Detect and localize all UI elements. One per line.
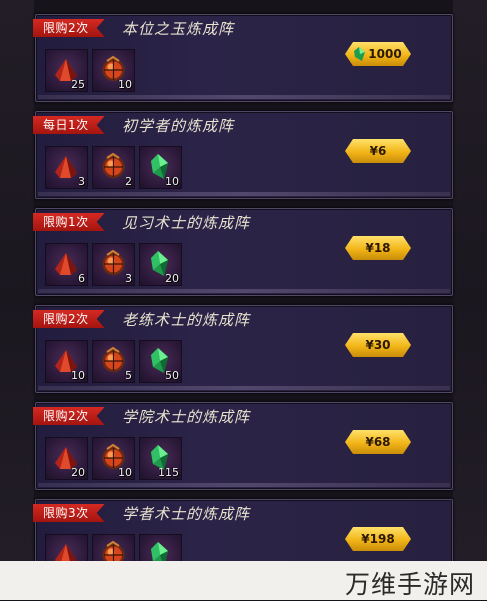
price-label: ¥18: [365, 241, 391, 255]
item-count: 10: [71, 369, 85, 382]
reward-item-slot[interactable]: 20: [45, 437, 88, 480]
purchase-limit-badge: 限购2次: [33, 19, 105, 37]
item-count: 2: [125, 175, 132, 188]
watermark-text: 万维手游网: [344, 570, 475, 599]
pack-title: 学院术士的炼成阵: [122, 408, 251, 426]
reward-item-slot[interactable]: 2: [92, 146, 135, 189]
item-count: 10: [118, 78, 132, 91]
reward-item-slot[interactable]: 50: [139, 340, 182, 383]
item-count: 25: [71, 78, 85, 91]
reward-item-slot[interactable]: 10: [92, 437, 135, 480]
pack-list: 限购2次 本位之玉炼成阵 25 10 1000 每日1次 初学者的炼成阵 3 2 10 ¥6 限购1次…: [0, 0, 487, 600]
item-count: 3: [78, 175, 85, 188]
reward-item-slot[interactable]: 10: [92, 49, 135, 92]
buy-price-button[interactable]: ¥6: [345, 139, 411, 163]
pack-title: 老练术士的炼成阵: [122, 311, 251, 329]
buy-price-button[interactable]: ¥30: [345, 333, 411, 357]
buy-price-button[interactable]: ¥68: [345, 430, 411, 454]
purchase-limit-badge: 限购3次: [33, 504, 105, 522]
item-count: 20: [71, 466, 85, 479]
buy-price-button[interactable]: ¥198: [345, 527, 411, 551]
item-count: 10: [165, 175, 179, 188]
purchase-limit-badge: 限购2次: [33, 407, 105, 425]
pack-title: 本位之玉炼成阵: [122, 20, 235, 38]
pack-title: 初学者的炼成阵: [122, 117, 235, 135]
pack-card: 限购2次 学院术士的炼成阵 20 10 115 ¥68: [35, 402, 453, 490]
green-gem-currency-icon: [354, 47, 366, 61]
item-count: 50: [165, 369, 179, 382]
price-label: 1000: [368, 47, 402, 61]
purchase-limit-badge: 限购1次: [33, 213, 105, 231]
price-label: ¥68: [365, 435, 391, 449]
reward-item-slot[interactable]: 3: [45, 146, 88, 189]
item-count: 10: [118, 466, 132, 479]
pack-title: 学者术士的炼成阵: [122, 505, 251, 523]
reward-item-slot[interactable]: 10: [139, 146, 182, 189]
reward-item-slot[interactable]: 6: [45, 243, 88, 286]
item-count: 115: [158, 466, 179, 479]
reward-item-slot[interactable]: 10: [45, 340, 88, 383]
price-label: ¥30: [365, 338, 391, 352]
pack-card: 限购2次 老练术士的炼成阵 10 5 50 ¥30: [35, 305, 453, 393]
item-count: 3: [125, 272, 132, 285]
reward-item-slot[interactable]: 25: [45, 49, 88, 92]
item-count: 20: [165, 272, 179, 285]
price-label: ¥6: [369, 144, 387, 158]
purchase-limit-badge: 限购2次: [33, 310, 105, 328]
watermark-banner: 万维手游网: [0, 561, 487, 600]
item-count: 6: [78, 272, 85, 285]
price-label: ¥198: [361, 532, 395, 546]
buy-price-button[interactable]: ¥18: [345, 236, 411, 260]
reward-item-slot[interactable]: 3: [92, 243, 135, 286]
pack-card: 限购1次 见习术士的炼成阵 6 3 20 ¥18: [35, 208, 453, 296]
pack-card: 每日1次 初学者的炼成阵 3 2 10 ¥6: [35, 111, 453, 199]
reward-item-slot[interactable]: 20: [139, 243, 182, 286]
reward-item-slot[interactable]: 115: [139, 437, 182, 480]
buy-price-button[interactable]: 1000: [345, 42, 411, 66]
item-count: 5: [125, 369, 132, 382]
pack-title: 见习术士的炼成阵: [122, 214, 251, 232]
reward-item-slot[interactable]: 5: [92, 340, 135, 383]
pack-card: 限购2次 本位之玉炼成阵 25 10 1000: [35, 14, 453, 102]
purchase-limit-badge: 每日1次: [33, 116, 105, 134]
